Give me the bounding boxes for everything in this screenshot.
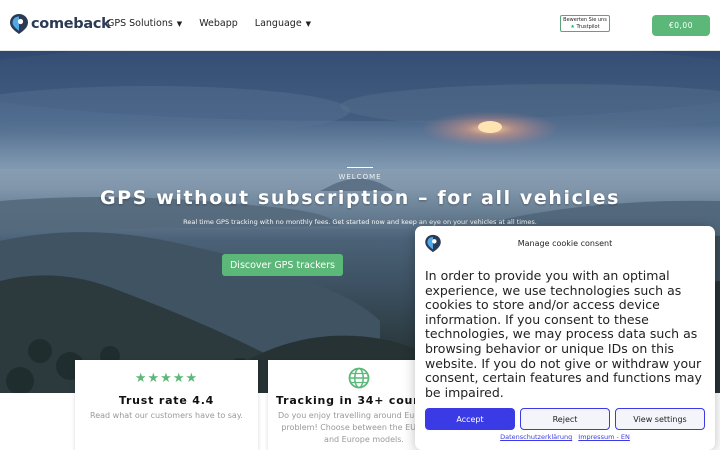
- cookie-title: Manage cookie consent: [517, 239, 613, 248]
- feature-card-trust: ★★★★★ Trust rate 4.4 Read what our custo…: [75, 360, 258, 450]
- cookie-consent-panel: Manage cookie consent In order to provid…: [415, 226, 715, 450]
- feature-card-tracking: Tracking in 34+ count Do you enjoy trave…: [268, 360, 428, 450]
- reject-button[interactable]: Reject: [520, 408, 610, 430]
- trustpilot-line2: Trustpilot: [576, 23, 600, 30]
- rating-stars: ★★★★★: [75, 371, 258, 386]
- imprint-link[interactable]: Impressum - EN: [578, 433, 630, 441]
- star-icon: ★: [172, 371, 186, 386]
- nav-gps-solutions[interactable]: GPS Solutions ▼: [107, 18, 182, 29]
- card-title: Trust rate 4.4: [118, 394, 215, 407]
- logo[interactable]: comeback: [9, 13, 111, 35]
- view-settings-button[interactable]: View settings: [615, 408, 705, 430]
- caret-down-icon: ▼: [176, 19, 183, 28]
- nav-webapp[interactable]: Webapp: [199, 18, 238, 29]
- caret-down-icon: ▼: [305, 19, 312, 28]
- cookie-body-text: In order to provide you with an optimal …: [425, 268, 702, 400]
- card-text: Do you enjoy travelling around Europe? N…: [277, 411, 428, 444]
- hero-subtitle: Real time GPS tracking with no monthly f…: [183, 218, 537, 226]
- hero-eyebrow: WELCOME: [338, 173, 382, 181]
- logo-text: comeback: [31, 16, 111, 32]
- globe-icon: [348, 367, 370, 389]
- hero-divider: [347, 167, 373, 168]
- privacy-policy-link[interactable]: Datenschutzerklärung: [500, 433, 572, 441]
- discover-gps-trackers-button[interactable]: Discover GPS trackers: [222, 254, 343, 276]
- trustpilot-star-icon: ★: [570, 23, 575, 30]
- nav-language[interactable]: Language ▼: [255, 18, 311, 29]
- nav-label: GPS Solutions: [107, 18, 173, 29]
- star-icon: ★: [185, 371, 199, 386]
- trustpilot-badge[interactable]: Bewerten Sie uns ★ Trustpilot: [560, 15, 610, 32]
- site-header: comeback GPS Solutions ▼ Webapp Language…: [0, 0, 720, 51]
- main-nav: GPS Solutions ▼ Webapp Language ▼: [107, 18, 328, 29]
- star-icon: ★: [134, 371, 148, 386]
- comeback-logo-icon: [10, 14, 28, 34]
- accept-button[interactable]: Accept: [425, 408, 515, 430]
- star-icon: ★: [160, 371, 173, 386]
- trustpilot-line2-wrap: ★ Trustpilot: [561, 24, 609, 31]
- nav-label: Webapp: [199, 18, 238, 29]
- cart-button[interactable]: €0,00: [652, 15, 710, 36]
- cookie-links: Datenschutzerklärung Impressum - EN: [415, 433, 715, 441]
- card-title: Tracking in 34+ count: [276, 394, 428, 407]
- star-icon: ★: [147, 371, 161, 386]
- card-text: Read what our customers have to say.: [90, 411, 243, 420]
- hero-title: GPS without subscription – for all vehic…: [99, 187, 620, 209]
- nav-label: Language: [254, 18, 302, 29]
